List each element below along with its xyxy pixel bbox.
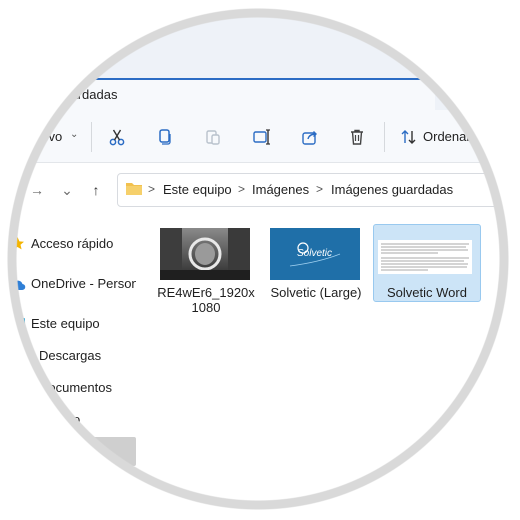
file-name-solvetic-large[interactable]: Solvetic (Large)	[266, 285, 366, 300]
toolbar-divider	[91, 122, 92, 152]
file-thumbnail-photo[interactable]	[160, 228, 250, 285]
toolbar-divider	[384, 122, 385, 152]
file-name-line: RE4wEr6_1920x	[157, 285, 255, 300]
paste-icon[interactable]	[200, 124, 226, 150]
file-explorer-window: guardadas uevo ⌄ Ordenar ⌄ → ⌄ ↑ > Este …	[0, 0, 520, 520]
rename-icon[interactable]	[249, 124, 275, 150]
file-thumbnail-document[interactable]	[378, 240, 472, 279]
file-name-line: 1080	[191, 300, 221, 315]
forward-arrow-icon[interactable]: →	[27, 181, 47, 199]
new-chevron-icon[interactable]: ⌄	[70, 129, 78, 140]
sort-icon[interactable]	[396, 124, 422, 150]
window-title: guardadas	[56, 87, 118, 102]
cut-icon[interactable]	[104, 124, 130, 150]
monitor-icon	[12, 317, 26, 336]
copy-icon[interactable]	[152, 124, 178, 150]
breadcrumb-separator: >	[238, 182, 246, 196]
delete-icon[interactable]	[344, 124, 370, 150]
breadcrumb-este-equipo[interactable]: Este equipo	[163, 182, 232, 197]
breadcrumb-imagenes[interactable]: Imágenes	[252, 182, 309, 197]
new-button[interactable]: uevo	[34, 129, 62, 144]
sidebar-item-documentos[interactable]: Documentos	[39, 380, 112, 395]
breadcrumb-imagenes-guardadas[interactable]: Imágenes guardadas	[331, 182, 453, 197]
sidebar-selected-item[interactable]	[0, 437, 136, 466]
file-name-re4wer6[interactable]: RE4wEr6_1920x 1080	[150, 285, 262, 315]
sidebar-item-este-equipo[interactable]: Este equipo	[31, 316, 100, 331]
breadcrumb-separator: >	[148, 182, 156, 196]
logo-text: Solvetic	[297, 248, 333, 259]
sidebar-item-acceso-rapido[interactable]: Acceso rápido	[31, 236, 113, 251]
up-arrow-icon[interactable]: ↑	[86, 181, 106, 199]
folder-icon	[125, 181, 143, 201]
recent-chevron-icon[interactable]: ⌄	[57, 181, 77, 199]
sort-chevron-icon[interactable]: ⌄	[474, 129, 482, 140]
sort-button[interactable]: Ordenar	[423, 129, 471, 144]
download-icon	[23, 347, 35, 368]
file-name-solvetic-word[interactable]: Solvetic Word	[375, 285, 479, 300]
star-icon	[10, 236, 25, 256]
sidebar-item-descargas[interactable]: Descargas	[39, 348, 101, 363]
sidebar-item-onedrive[interactable]: OneDrive - Persona	[31, 276, 136, 291]
share-icon[interactable]	[297, 124, 323, 150]
breadcrumb-separator: >	[316, 182, 324, 196]
cloud-icon	[9, 278, 26, 296]
sidebar-item-escritorio[interactable]: itorio	[52, 412, 80, 427]
file-thumbnail-solvetic-logo[interactable]: Solvetic	[270, 228, 360, 285]
